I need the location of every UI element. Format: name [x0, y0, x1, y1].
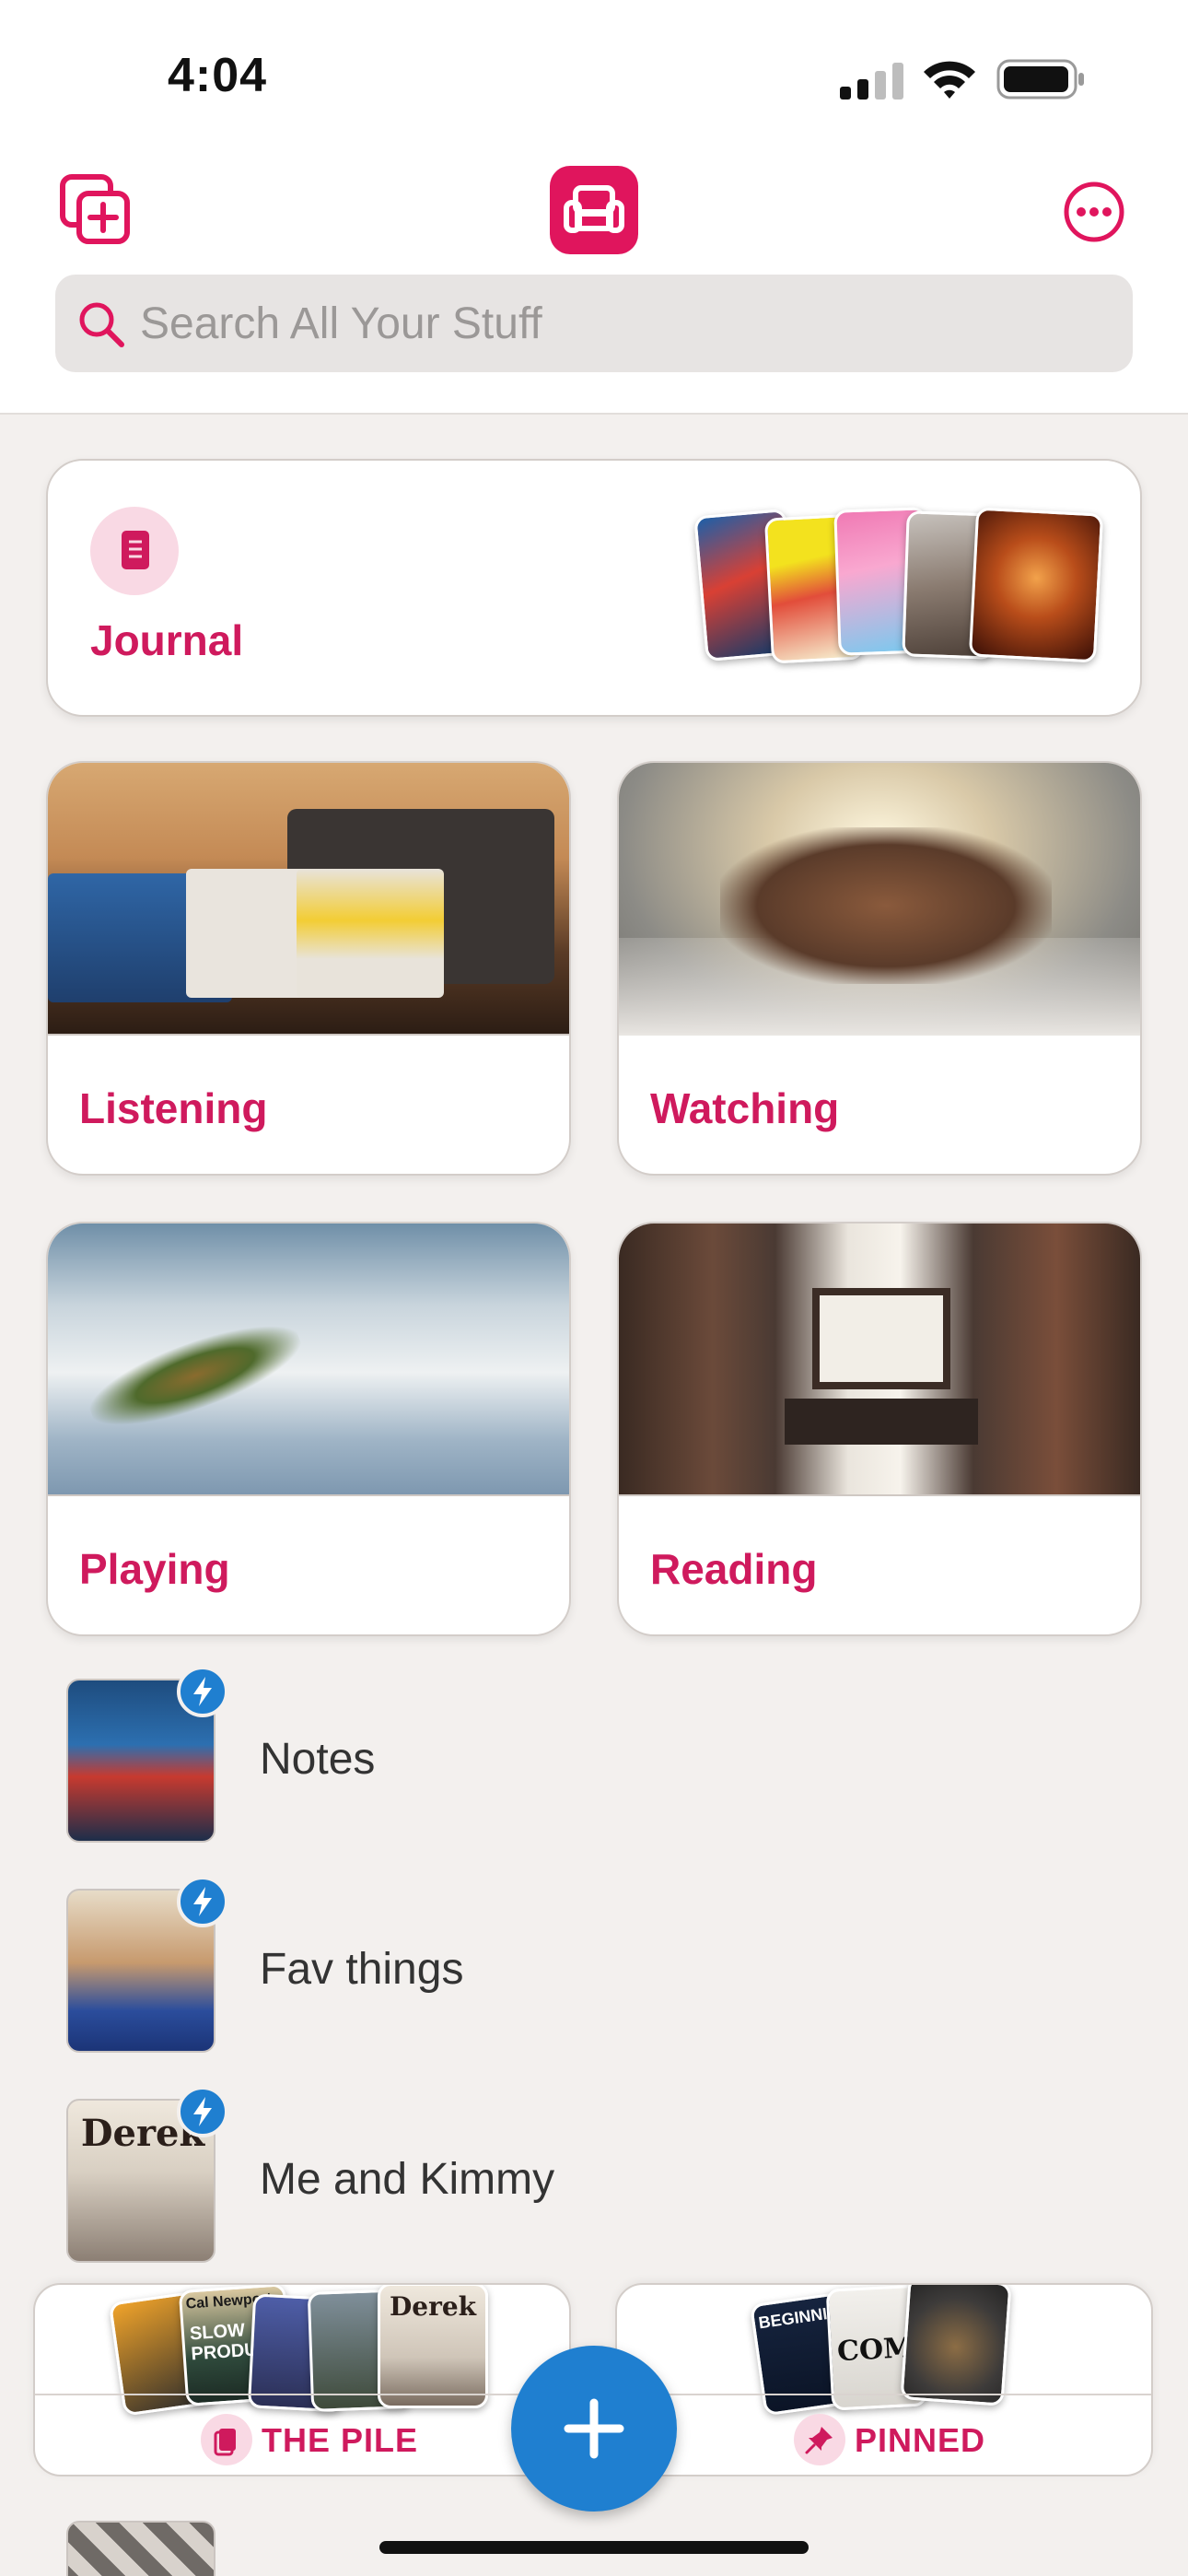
search-icon [79, 302, 124, 347]
bolt-icon [177, 1666, 228, 1717]
tray-divider [617, 2394, 1151, 2395]
list-item-label: Notes [260, 1735, 376, 1784]
playing-title: Playing [79, 1545, 230, 1593]
new-collection-button[interactable] [59, 173, 133, 247]
list-item-fav-things[interactable]: Fav things [66, 1876, 1125, 2055]
list-item-label: Fav things [260, 1945, 464, 1994]
reading-card[interactable]: Reading [617, 1222, 1142, 1636]
home-indicator [379, 2541, 809, 2554]
heavenly-cast-image [619, 763, 1140, 1036]
journal-title: Journal [90, 616, 244, 664]
journal-icon [90, 507, 179, 595]
armchair-logo-icon[interactable] [550, 166, 638, 254]
pile-book-thumbnail: Derek [378, 2285, 488, 2408]
pinned-book-thumbnail [900, 2285, 1012, 2406]
wifi-icon [924, 61, 975, 99]
header: 4:04 [0, 0, 1188, 415]
list-item-notes[interactable]: Notes [66, 1666, 1125, 1844]
list-item-label: Me and Kimmy [260, 2155, 555, 2204]
reading-title: Reading [650, 1545, 818, 1593]
cellular-signal-icon [840, 63, 903, 100]
pile-book-title: Derek [389, 2291, 477, 2322]
listening-card[interactable]: Listening [46, 761, 571, 1176]
watching-title: Watching [650, 1084, 840, 1132]
sky-diving-hero-image [48, 1224, 569, 1496]
pinned-tray[interactable]: BEGINNI COMI PINNED [615, 2283, 1153, 2476]
list-item-me-and-kimmy[interactable]: Derek Me and Kimmy [66, 2086, 1125, 2265]
the-pile-label: THE PILE [262, 2421, 419, 2459]
partial-thumbnail [66, 2521, 215, 2576]
tray-divider [35, 2394, 569, 2395]
journal-card[interactable]: Journal [46, 459, 1142, 717]
add-button[interactable] [511, 2346, 677, 2512]
pin-icon [794, 2414, 845, 2465]
bolt-icon [177, 1876, 228, 1927]
playing-card[interactable]: Playing [46, 1222, 571, 1636]
pinned-book-title: BEGINNI [757, 2304, 829, 2333]
poster-thumbnail [968, 507, 1104, 663]
search-input[interactable] [140, 291, 1098, 356]
listening-title: Listening [79, 1084, 268, 1132]
plus-icon [564, 2398, 624, 2459]
bolt-icon [177, 2086, 228, 2137]
bookshelf-room-image [619, 1224, 1140, 1496]
search-bar[interactable] [55, 275, 1133, 372]
status-time: 4:04 [168, 49, 268, 102]
pile-icon [201, 2414, 252, 2465]
pinned-label: PINNED [855, 2421, 986, 2459]
more-options-icon[interactable] [1063, 181, 1125, 243]
cassette-tapes-image [48, 763, 569, 1036]
the-pile-tray[interactable]: Cal Newport SLOW PRODUCT Derek THE PILE [33, 2283, 571, 2476]
watching-card[interactable]: Watching [617, 761, 1142, 1176]
battery-icon [996, 59, 1084, 100]
